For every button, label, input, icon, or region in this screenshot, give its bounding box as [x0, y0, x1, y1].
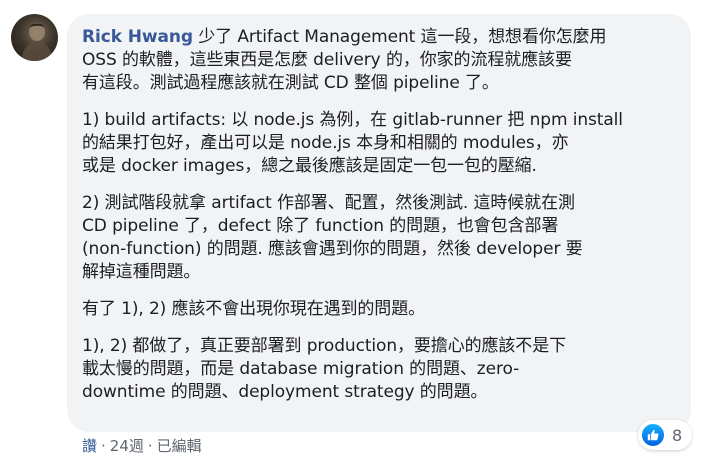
comment-paragraph-3: 2) 測試階段就拿 artifact 作部署、配置，然後測試. 這時候就在測 C… — [82, 193, 583, 282]
avatar[interactable] — [11, 14, 58, 61]
timestamp-link[interactable]: 24週 — [110, 436, 144, 456]
comment-paragraph-2: 1) build artifacts: 以 node.js 為例，在 gitla… — [82, 110, 623, 176]
comment-paragraph-4: 有了 1), 2) 應該不會出現你現在遇到的問題。 — [82, 299, 426, 319]
comment-paragraph-1: Rick Hwang 少了 Artifact Management 這一段，想想… — [82, 26, 677, 95]
comment-footer: 讚 · 24週 · 已編輯 — [82, 436, 202, 456]
like-button[interactable]: 讚 — [82, 436, 97, 456]
reaction-count: 8 — [672, 425, 683, 445]
comment: Rick Hwang 少了 Artifact Management 這一段，想想… — [0, 0, 710, 465]
comment-paragraph-5: 1), 2) 都做了，真正要部署到 production，要擔心的應該不是下 載… — [82, 336, 566, 402]
thumbs-up-icon — [647, 430, 659, 441]
separator: · — [101, 437, 106, 455]
reaction-summary[interactable]: 8 — [638, 420, 693, 450]
comment-bubble: Rick Hwang 少了 Artifact Management 這一段，想想… — [67, 14, 691, 432]
author-name-link[interactable]: Rick Hwang — [82, 27, 193, 47]
edited-label[interactable]: 已編輯 — [157, 436, 202, 456]
separator: · — [147, 437, 153, 455]
like-icon — [641, 423, 665, 447]
avatar-photo-icon — [21, 23, 53, 61]
